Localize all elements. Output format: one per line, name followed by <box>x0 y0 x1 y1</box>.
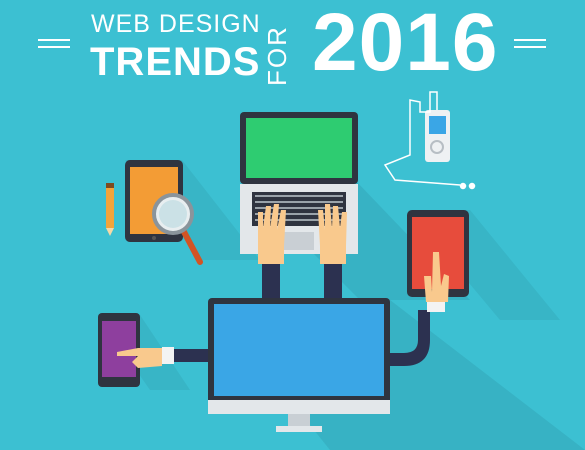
music-player-icon <box>425 110 450 162</box>
pencil-icon <box>106 183 114 236</box>
devices-artwork <box>98 91 585 450</box>
desktop-monitor <box>208 298 390 432</box>
illustration: WEB DESIGN TRENDS FOR 2016 <box>0 0 585 450</box>
